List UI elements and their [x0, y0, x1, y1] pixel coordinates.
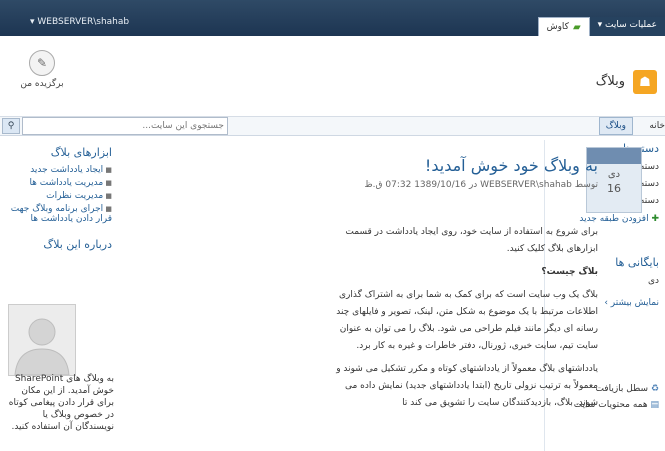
- site-logo-icon: ☗: [633, 70, 657, 94]
- tool-link-launch-app[interactable]: اجرای برنامه وبلاگ جهت قرار دادن یادداشت…: [8, 204, 112, 224]
- add-category-label: افزودن طبقه جدید: [579, 214, 649, 224]
- post-title[interactable]: به وبلاگ خود خوش آمدید!: [425, 156, 598, 175]
- tab-browse[interactable]: ▰ کاوش: [537, 17, 590, 36]
- user-menu[interactable]: ▾ WEBSERVER\shahab: [30, 17, 129, 27]
- ribbon-tabs: عملیات سایت ▾ ▰ کاوش: [537, 17, 665, 36]
- about-text: به وبلاگ های SharePoint خوش آمدید. از ای…: [8, 374, 114, 432]
- nav-tab-home[interactable]: خانه: [649, 121, 665, 131]
- top-bar: ▾ WEBSERVER\shahab عملیات سایت ▾ ▰ کاوش: [0, 0, 665, 36]
- about-heading: درباره این بلاگ: [43, 238, 112, 251]
- recycle-bin-icon: ♻: [650, 384, 659, 394]
- post-area: دی 16 به وبلاگ خود خوش آمدید! توسط WEBSE…: [130, 140, 642, 451]
- post-paragraph: یادداشتهای بلاگ معمولاً از یادداشتهای کو…: [336, 364, 598, 408]
- search-input[interactable]: [22, 117, 228, 135]
- site-actions-menu[interactable]: عملیات سایت ▾: [589, 17, 665, 36]
- person-silhouette-icon: [9, 305, 75, 375]
- favorite-label: برگزیده من: [20, 79, 64, 89]
- blog-tools-heading: ابزارهای بلاگ: [50, 146, 112, 159]
- tab-browse-label: کاوش: [546, 22, 569, 32]
- add-category-link[interactable]: ✚ افزودن طبقه جدید: [551, 214, 659, 224]
- ribbon: [0, 36, 665, 117]
- plus-icon: ✚: [651, 214, 659, 224]
- post-question: بلاگ چیست؟: [541, 267, 598, 277]
- post-paragraph: برای شروع به استفاده از سایت خود، روی ای…: [345, 227, 598, 254]
- recycle-bin-label: سطل بازیافت: [595, 384, 649, 394]
- author-avatar: [8, 304, 76, 376]
- folder-icon: ▰: [572, 21, 581, 33]
- post-meta: توسط WEBSERVER\shahab در 1389/10/16 07:3…: [364, 180, 598, 190]
- post-body: برای شروع به استفاده از سایت خود، روی ای…: [320, 224, 598, 418]
- all-content-icon: ▤: [650, 400, 659, 410]
- site-title[interactable]: وبلاگ: [596, 74, 625, 89]
- favorite-icon: ✎: [29, 50, 55, 76]
- tool-link-manage-comments[interactable]: مدیریت نظرات: [8, 191, 112, 201]
- tool-link-new-post[interactable]: ایجاد یادداشت جدید: [8, 165, 112, 175]
- search-row: ⚲: [0, 117, 665, 136]
- post-paragraph: بلاگ یک وب سایت است که برای کمک به شما ب…: [336, 290, 598, 351]
- nav-tab-blog[interactable]: وبلاگ: [598, 117, 633, 135]
- blog-tools-panel: ابزارهای بلاگ ایجاد یادداشت جدید مدیریت …: [0, 140, 120, 451]
- search-icon[interactable]: ⚲: [2, 118, 20, 134]
- favorite-button[interactable]: ✎ برگزیده من: [18, 50, 66, 89]
- tool-link-manage-posts[interactable]: مدیریت یادداشت ها: [8, 178, 112, 188]
